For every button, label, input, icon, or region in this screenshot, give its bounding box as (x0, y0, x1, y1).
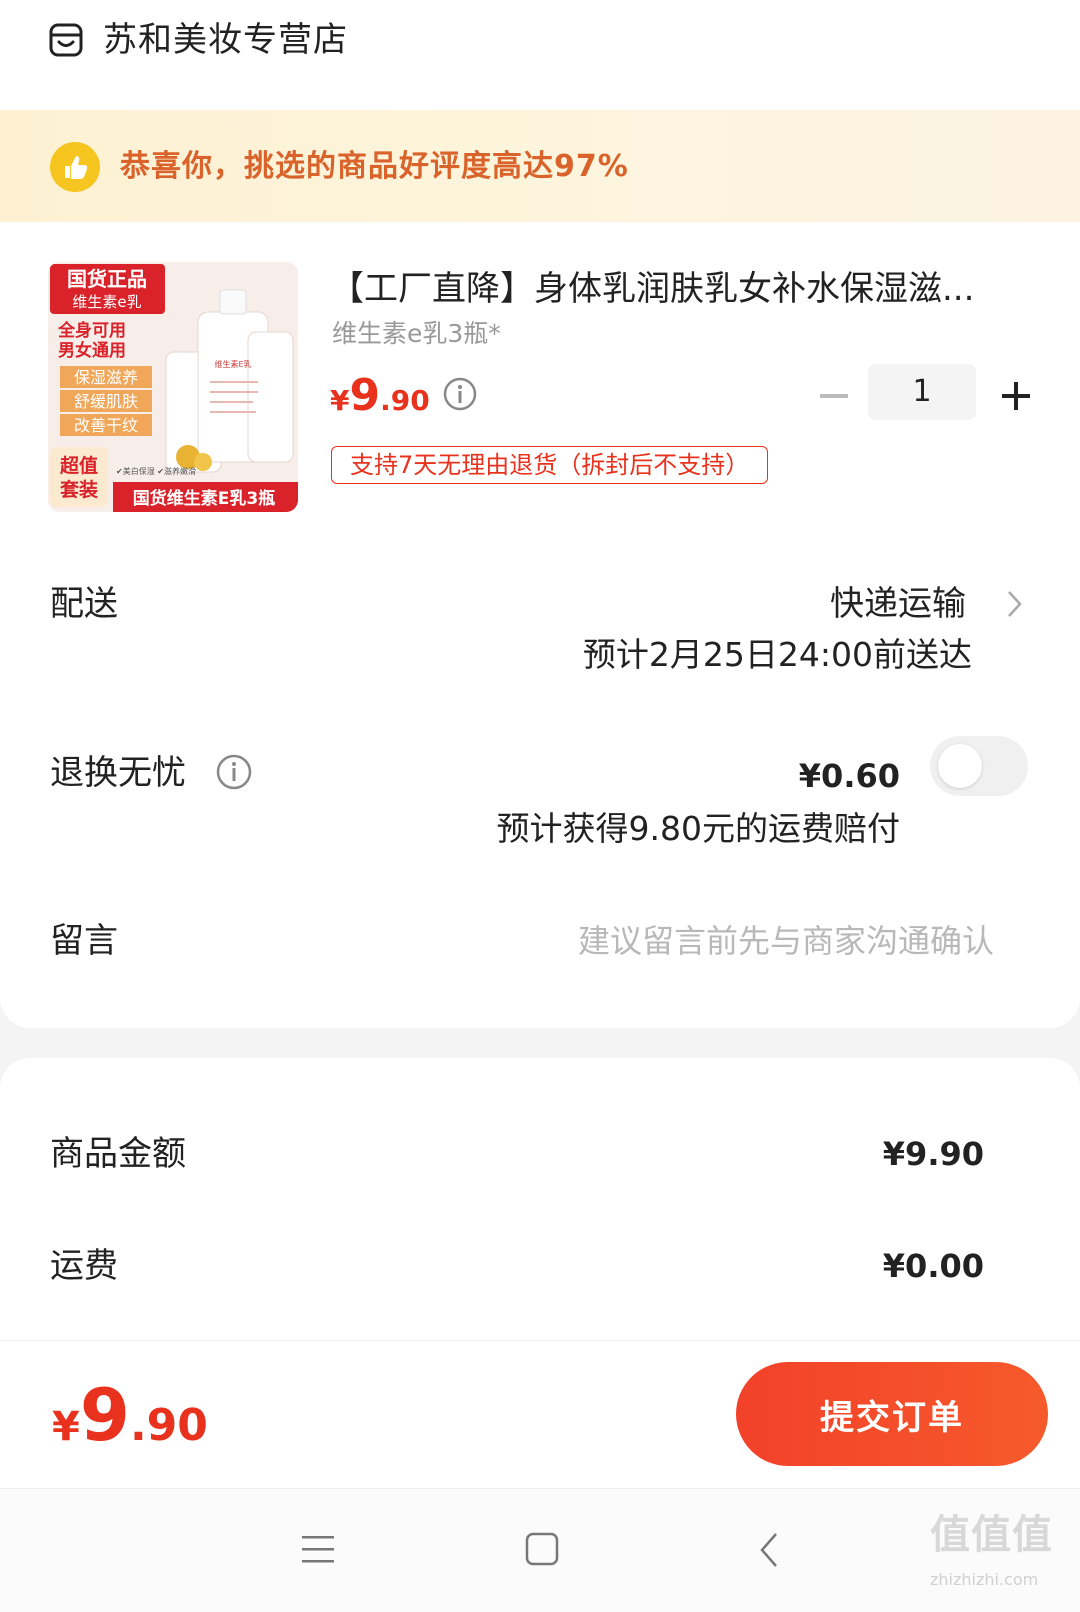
toggle-knob (938, 744, 982, 788)
image-small-tags: ✔美白保湿 ✔滋养嫩滑 (116, 466, 196, 476)
goods-amount-value: ¥9.90 (882, 1135, 984, 1173)
price-info-icon[interactable] (442, 376, 478, 412)
delivery-method[interactable]: 快递运输 (830, 578, 966, 630)
shipping-fee-label: 运费 (50, 1246, 118, 1286)
image-badge-sub: 维生素e乳 (72, 293, 141, 311)
price-integer: 9 (349, 370, 381, 421)
shipping-fee-value: ¥0.00 (882, 1247, 984, 1285)
goods-amount-label: 商品金额 (50, 1134, 186, 1174)
image-corner-2: 套装 (59, 478, 98, 501)
shop-name[interactable]: 苏和美妆专营店 (103, 14, 348, 66)
quantity-input[interactable]: 1 (868, 364, 976, 420)
price-symbol: ¥ (330, 384, 350, 417)
quantity-plus-button[interactable] (996, 376, 1036, 416)
product-price: ¥9.90 (330, 368, 430, 433)
return-policy-tag: 支持7天无理由退货（拆封后不支持） (331, 446, 769, 484)
image-badge-top: 国货正品 (67, 267, 147, 291)
image-feature-1: 全身可用 (57, 320, 126, 341)
bottle-label: 维生素E乳 (214, 359, 251, 369)
return-insurance-price: ¥0.60 (798, 757, 900, 795)
image-feature-2: 男女通用 (58, 340, 126, 361)
message-input[interactable] (380, 915, 994, 967)
submit-order-button[interactable]: 提交订单 (736, 1362, 1048, 1466)
banner-text: 恭喜你，挑选的商品好评度高达97% (120, 149, 629, 184)
home-icon[interactable] (524, 1530, 560, 1568)
message-label: 留言 (50, 921, 118, 961)
image-bottom-band: 国货维生素E乳3瓶 (133, 488, 275, 509)
product-title[interactable]: 【工厂直降】身体乳润肤乳女补水保湿滋... (330, 264, 1010, 314)
back-icon[interactable] (756, 1530, 782, 1570)
image-corner-1: 超值 (59, 454, 98, 477)
total-symbol: ¥ (52, 1404, 80, 1450)
watermark-logo: 值值值 (930, 1512, 1053, 1558)
return-info-icon[interactable] (214, 752, 254, 792)
price-decimal: .90 (380, 384, 430, 417)
product-image[interactable]: 维生素E乳 国货正品 维生素e乳 全身可用 男女通用 保湿滋养 舒缓肌肤 改善干… (48, 262, 298, 512)
product-spec[interactable]: 维生素e乳3瓶* (332, 314, 501, 354)
delivery-label: 配送 (50, 584, 118, 624)
quantity-minus-button[interactable] (814, 376, 854, 416)
delivery-eta: 预计2月25日24:00前送达 (582, 635, 972, 674)
image-feature-3: 保湿滋养 (74, 368, 138, 387)
price-summary-card (0, 1058, 1080, 1348)
total-price: ¥9.90 (52, 1370, 208, 1480)
return-insurance-note: 预计获得9.80元的运费赔付 (496, 809, 900, 848)
image-feature-4: 舒缓肌肤 (74, 392, 138, 411)
watermark-url: zhizhizhi.com (930, 1570, 1039, 1589)
return-insurance-label: 退换无忧 (50, 753, 186, 793)
shop-icon (49, 23, 83, 57)
thumbs-up-icon (50, 142, 100, 192)
menu-icon[interactable] (300, 1532, 336, 1566)
image-feature-5: 改善干纹 (74, 416, 138, 435)
chevron-right-icon[interactable] (1004, 588, 1026, 620)
total-integer: 9 (79, 1373, 130, 1457)
total-decimal: .90 (129, 1400, 208, 1451)
